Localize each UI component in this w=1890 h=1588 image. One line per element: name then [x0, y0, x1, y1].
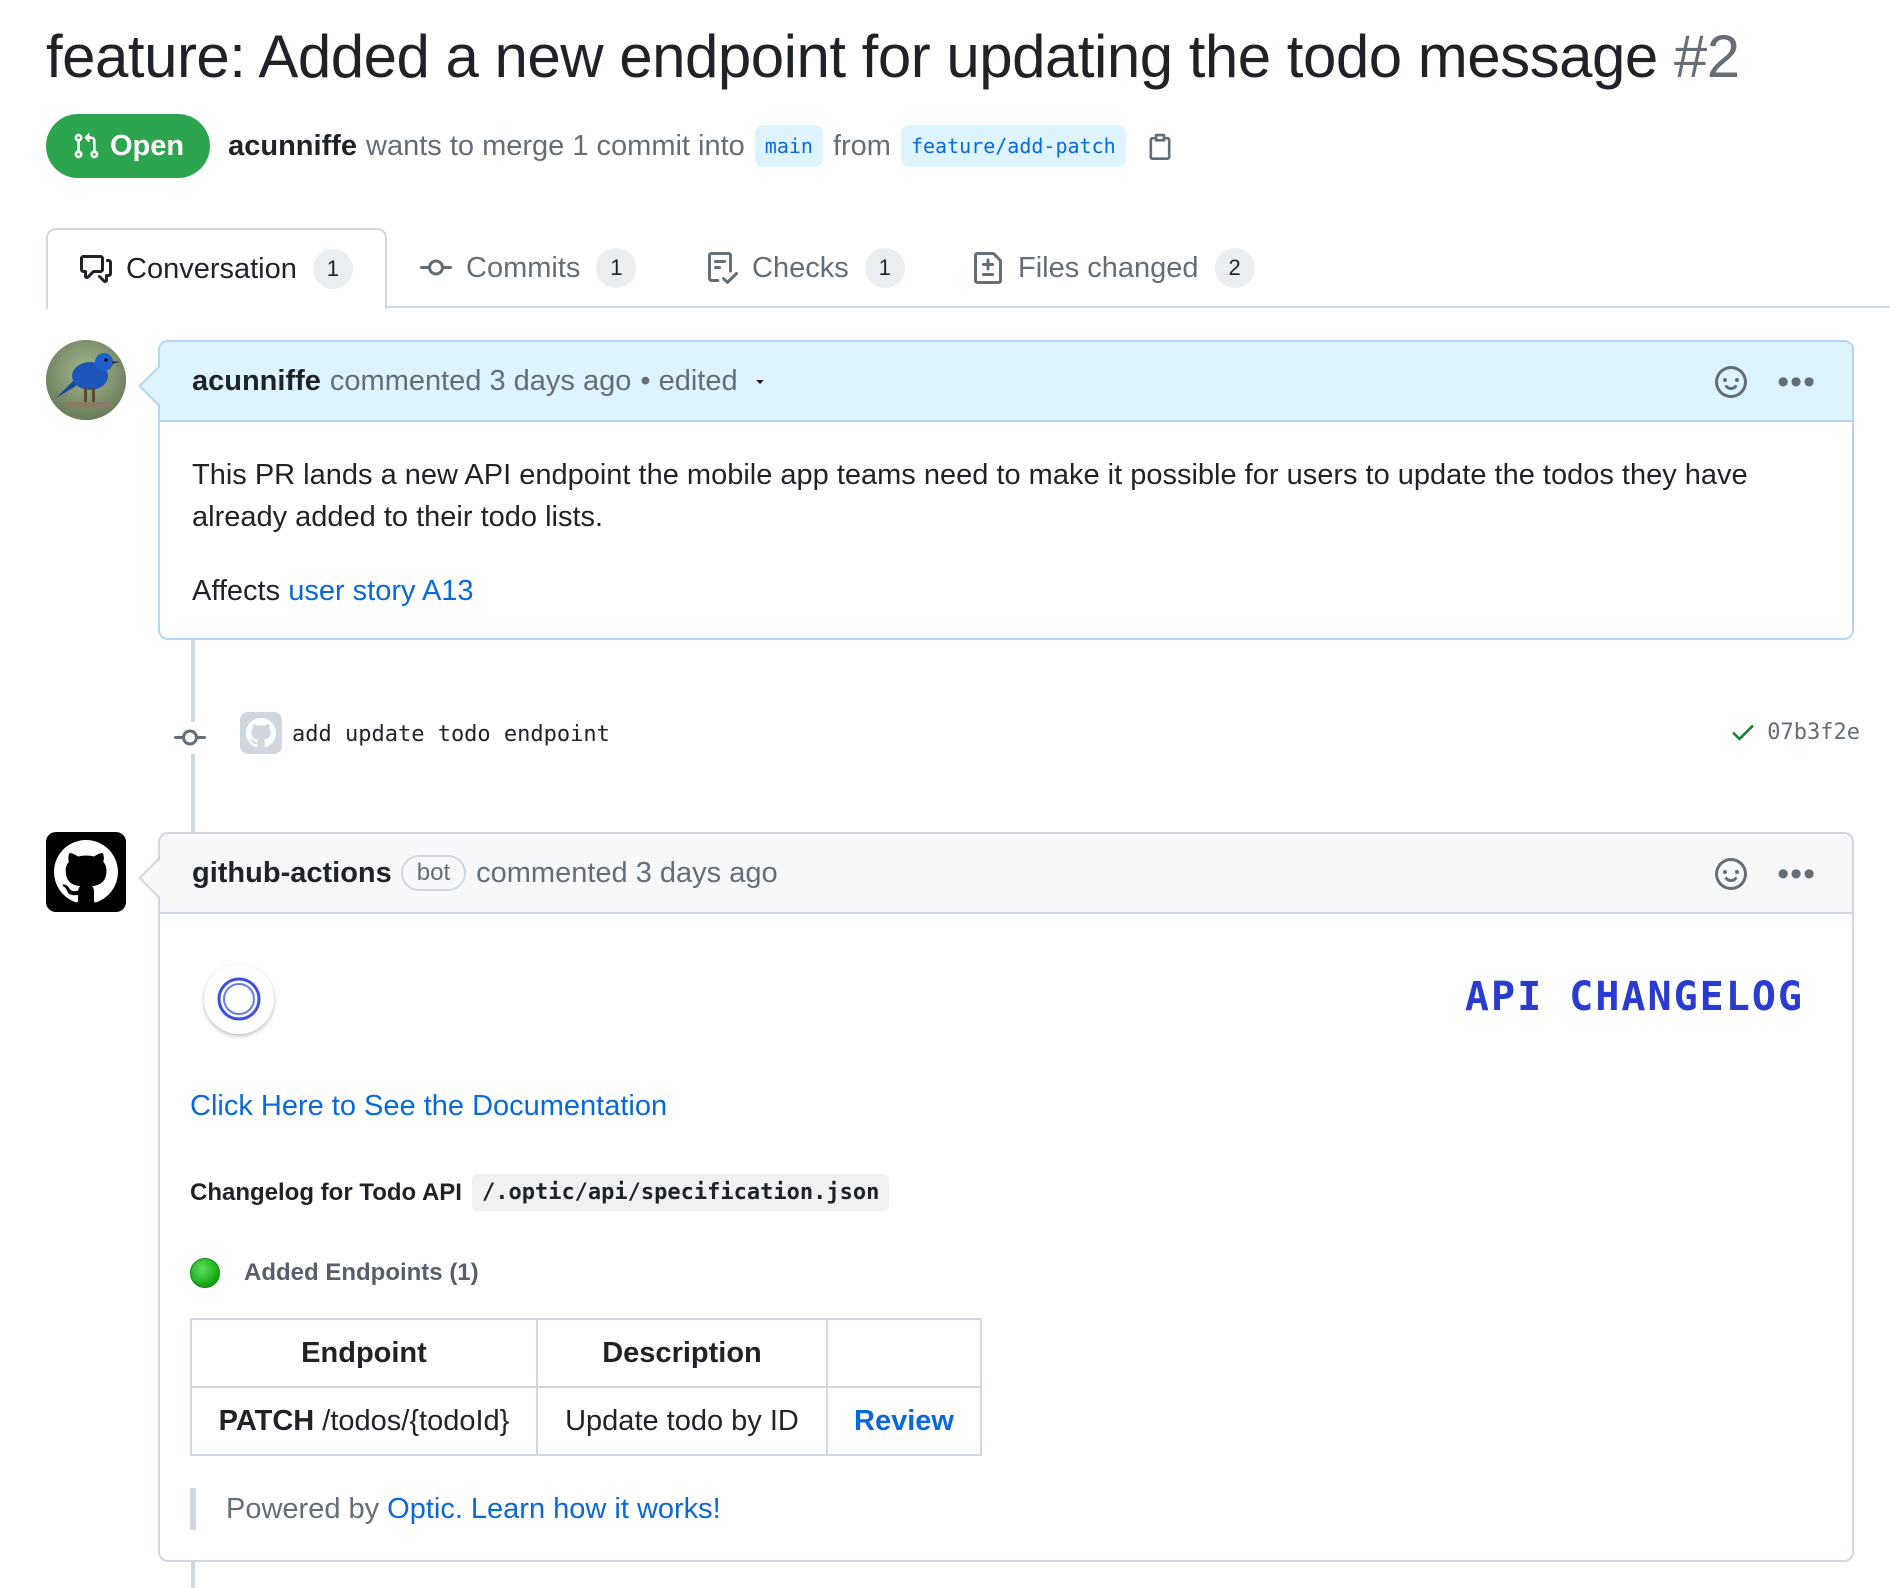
powered-by-quote: Powered by Optic. Learn how it works!	[190, 1488, 721, 1530]
github-mark-icon	[53, 840, 118, 903]
head-branch[interactable]: feature/add-patch	[900, 125, 1126, 167]
commit-sha-link[interactable]: 07b3f2e	[1767, 720, 1860, 745]
comment-author-link[interactable]: acunniffe	[192, 365, 321, 398]
comment-actions: •••	[1715, 834, 1816, 914]
endpoint-path: /todos/{todoId}	[322, 1404, 510, 1437]
tab-conversation[interactable]: Conversation 1	[46, 228, 387, 310]
merge-text: wants to merge 1 commit into	[366, 129, 745, 162]
documentation-link[interactable]: Click Here to See the Documentation	[190, 1090, 667, 1123]
edited-menu[interactable]: • edited	[640, 365, 737, 398]
git-commit-icon	[174, 722, 206, 754]
commit-event: add update todo endpoint 07b3f2e	[170, 708, 1860, 764]
table-header-endpoint: Endpoint	[190, 1318, 538, 1388]
review-link[interactable]: Review	[826, 1386, 982, 1456]
from-text: from	[832, 129, 891, 162]
checklist-icon	[708, 252, 738, 284]
bot-comment: github-actions bot commented 3 days ago …	[138, 832, 1854, 1562]
tab-commits-count: 1	[596, 248, 637, 288]
changelog-title: Changelog for Todo API /.optic/api/speci…	[190, 1174, 890, 1211]
base-branch[interactable]: main	[754, 125, 823, 167]
tab-commits-label: Commits	[466, 251, 581, 284]
comment-actions: •••	[1715, 342, 1816, 422]
added-endpoints-row: Added Endpoints (1)	[190, 1258, 479, 1288]
learn-how-link[interactable]: Learn how it works!	[471, 1493, 721, 1526]
table-header-description: Description	[536, 1318, 828, 1388]
comment-header: github-actions bot commented 3 days ago …	[160, 834, 1852, 914]
optic-logo	[204, 964, 274, 1034]
tab-commits[interactable]: Commits 1	[420, 228, 637, 308]
green-circle-icon	[190, 1258, 220, 1288]
commit-status: 07b3f2e	[1729, 718, 1860, 746]
pr-tabs: Conversation 1 Commits 1 Checks 1 Files …	[46, 228, 1890, 310]
tab-conversation-count: 1	[312, 249, 353, 289]
bird-avatar-image	[46, 340, 126, 420]
file-diff-icon	[974, 252, 1002, 284]
state-badge: Open	[46, 114, 211, 178]
affects-line: Affects user story A13	[192, 570, 1820, 612]
github-mark-icon	[246, 718, 276, 748]
description-cell: Update todo by ID	[536, 1386, 828, 1456]
bot-badge: bot	[400, 855, 467, 891]
pr-title-text: feature: Added a new endpoint for updati…	[46, 23, 1658, 90]
tab-checks-count: 1	[864, 248, 905, 288]
commit-message-link[interactable]: add update todo endpoint	[292, 722, 610, 747]
pr-title: feature: Added a new endpoint for updati…	[46, 22, 1740, 91]
comment-author-link[interactable]: github-actions	[192, 857, 392, 890]
endpoint-method: PATCH	[218, 1404, 315, 1437]
pr-author-link[interactable]: acunniffe	[228, 130, 357, 163]
tab-files-changed-label: Files changed	[1018, 251, 1199, 284]
tab-checks-label: Checks	[752, 251, 849, 284]
comment-body: This PR lands a new API endpoint the mob…	[160, 422, 1852, 644]
table-row: PATCH /todos/{todoId} Update todo by ID …	[190, 1386, 982, 1456]
comment-timestamp[interactable]: commented 3 days ago	[330, 365, 631, 398]
check-icon[interactable]	[1729, 718, 1757, 746]
endpoint-cell: PATCH /todos/{todoId}	[190, 1386, 538, 1456]
state-label: Open	[110, 129, 185, 162]
table-header-row: Endpoint Description	[190, 1318, 982, 1388]
merge-description: acunniffe wants to merge 1 commit into m…	[228, 125, 1174, 167]
smiley-icon[interactable]	[1715, 858, 1748, 890]
added-endpoints-label: Added Endpoints (1)	[244, 1259, 479, 1286]
github-actions-avatar[interactable]	[46, 832, 126, 912]
copy-icon[interactable]	[1146, 131, 1174, 161]
powered-by-text: Powered by	[226, 1492, 380, 1525]
pr-meta: Open acunniffe wants to merge 1 commit i…	[46, 114, 1174, 178]
endpoints-table: Endpoint Description PATCH /todos/{todoI…	[190, 1318, 982, 1456]
tab-files-changed-count: 2	[1214, 248, 1255, 288]
affects-label: Affects	[192, 575, 281, 607]
pr-number: #2	[1673, 23, 1740, 90]
comment-timestamp[interactable]: commented 3 days ago	[476, 857, 777, 890]
kebab-horizontal-icon[interactable]: •••	[1777, 857, 1816, 891]
comment-discussion-icon	[80, 255, 112, 283]
changelog-label: Changelog for Todo API	[190, 1178, 462, 1206]
table-header-action	[826, 1318, 982, 1388]
user-story-link[interactable]: user story A13	[288, 575, 473, 607]
commit-author-avatar[interactable]	[240, 712, 282, 754]
tab-conversation-label: Conversation	[126, 252, 297, 285]
api-changelog-heading: API CHANGELOG	[1464, 974, 1804, 1020]
comment-header: acunniffe commented 3 days ago • edited …	[160, 342, 1852, 422]
comment-author: acunniffe commented 3 days ago • edited …	[138, 340, 1854, 640]
optic-ring-icon	[217, 977, 261, 1021]
tab-files-changed[interactable]: Files changed 2	[972, 228, 1255, 308]
triangle-down-icon[interactable]	[752, 373, 768, 389]
changelog-path: /.optic/api/specification.json	[471, 1174, 890, 1211]
smiley-icon[interactable]	[1715, 366, 1748, 398]
kebab-horizontal-icon[interactable]: •••	[1777, 365, 1816, 399]
avatar[interactable]	[46, 340, 126, 420]
comment-paragraph: This PR lands a new API endpoint the mob…	[192, 459, 1748, 533]
optic-link[interactable]: Optic.	[387, 1493, 463, 1526]
tab-checks[interactable]: Checks 1	[706, 228, 905, 308]
git-commit-icon	[420, 259, 452, 276]
git-pull-request-icon	[74, 133, 99, 159]
